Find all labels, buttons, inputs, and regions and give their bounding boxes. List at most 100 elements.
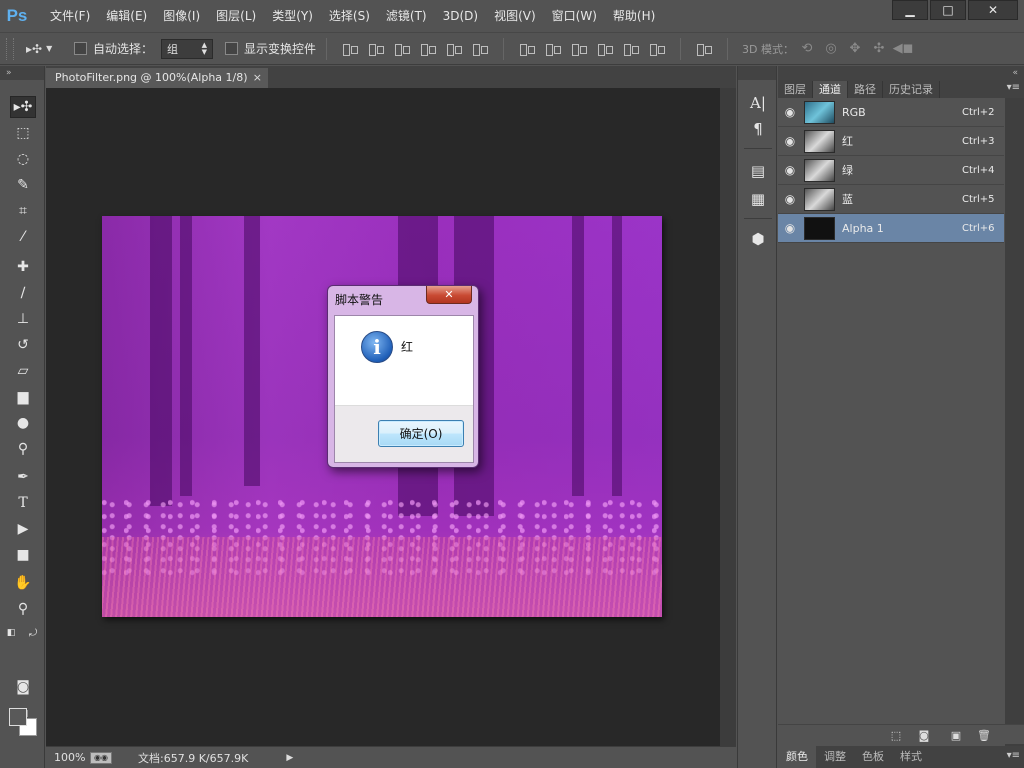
menu-file[interactable]: 文件(F)	[34, 0, 98, 32]
character-panel-icon[interactable]: A|	[747, 92, 769, 114]
document-tab[interactable]: PhotoFilter.png @ 100%(Alpha 1/8) ×	[46, 68, 268, 88]
menu-image[interactable]: 图像(I)	[155, 0, 208, 32]
menu-3d[interactable]: 3D(D)	[435, 0, 486, 32]
quick-selection-tool-icon[interactable]: ✎	[10, 174, 36, 196]
rotate-3d-icon[interactable]: ⟲	[796, 41, 818, 57]
align-right-icon[interactable]	[470, 41, 490, 57]
distribute-bottom-icon[interactable]	[569, 41, 589, 57]
maximize-button[interactable]: □	[930, 0, 966, 20]
show-transform-checkbox[interactable]	[225, 42, 239, 55]
gradient-tool-icon[interactable]: ▆	[10, 386, 36, 408]
distribute-hcenter-icon[interactable]	[621, 41, 641, 57]
dodge-tool-icon[interactable]: ⚲	[10, 438, 36, 460]
minimize-button[interactable]: ▁	[892, 0, 928, 20]
tab-history[interactable]: 历史记录	[883, 81, 940, 98]
history-brush-tool-icon[interactable]: ↺	[10, 334, 36, 356]
channel-row-blue[interactable]: ◉ 蓝 Ctrl+5	[778, 185, 1004, 214]
menu-window[interactable]: 窗口(W)	[544, 0, 605, 32]
tab-styles[interactable]: 样式	[892, 746, 930, 768]
new-channel-icon[interactable]: ▣	[948, 728, 964, 742]
clone-stamp-tool-icon[interactable]: ⊥	[10, 308, 36, 330]
slide-3d-icon[interactable]: ✣	[868, 41, 890, 57]
channel-row-red[interactable]: ◉ 红 Ctrl+3	[778, 127, 1004, 156]
channel-row-alpha-1[interactable]: ◉ Alpha 1 Ctrl+6	[778, 214, 1004, 243]
path-selection-tool-icon[interactable]: ▶	[10, 518, 36, 540]
drag-3d-icon[interactable]: ✥	[844, 41, 866, 57]
ok-button[interactable]: 确定(O)	[378, 420, 464, 447]
zoom-level[interactable]: 100%	[46, 751, 90, 764]
swap-colors-icon[interactable]: ⤾	[26, 622, 40, 644]
channel-row-rgb[interactable]: ◉ RGB Ctrl+2	[778, 98, 1004, 127]
eraser-tool-icon[interactable]: ▱	[10, 360, 36, 382]
eyedropper-tool-icon[interactable]: ⁄	[10, 226, 36, 248]
distribute-top-icon[interactable]	[517, 41, 537, 57]
roll-3d-icon[interactable]: ◎	[820, 41, 842, 57]
dialog-close-button[interactable]: ✕	[426, 286, 472, 304]
tools-collapse-icon[interactable]: »	[0, 66, 44, 80]
tab-color[interactable]: 颜色	[778, 746, 816, 768]
status-menu-arrow-icon[interactable]: ▶	[286, 753, 293, 763]
align-left-icon[interactable]	[418, 41, 438, 57]
status-info-icon[interactable]: ◉◉	[90, 751, 112, 764]
visibility-eye-icon[interactable]: ◉	[778, 221, 802, 235]
lasso-tool-icon[interactable]: ◌	[10, 148, 36, 170]
menu-filter[interactable]: 滤镜(T)	[378, 0, 435, 32]
save-selection-icon[interactable]: ◙	[916, 728, 932, 742]
auto-select-checkbox[interactable]	[74, 42, 87, 55]
delete-channel-icon[interactable]: 🗑	[976, 728, 992, 742]
auto-align-icon[interactable]	[694, 41, 714, 57]
hand-tool-icon[interactable]: ✋	[10, 572, 36, 594]
menu-help[interactable]: 帮助(H)	[605, 0, 663, 32]
menu-select[interactable]: 选择(S)	[321, 0, 378, 32]
menu-edit[interactable]: 编辑(E)	[98, 0, 155, 32]
close-window-button[interactable]: ✕	[968, 0, 1018, 20]
notes-panel-icon[interactable]: ▤	[747, 160, 769, 182]
properties-panel-icon[interactable]: ▦	[747, 188, 769, 210]
channel-row-green[interactable]: ◉ 绿 Ctrl+4	[778, 156, 1004, 185]
bottom-panel-menu-icon[interactable]: ▾≡	[1007, 750, 1020, 761]
tool-preset-picker[interactable]: ▸✣ ▼	[26, 42, 62, 56]
close-document-icon[interactable]: ×	[253, 68, 262, 88]
brush-tool-icon[interactable]: ∕	[10, 282, 36, 304]
options-grip[interactable]	[6, 37, 14, 60]
align-vcenter-icon[interactable]	[366, 41, 386, 57]
foreground-color-swatch[interactable]	[9, 708, 27, 726]
marquee-tool-icon[interactable]: ⬚	[10, 122, 36, 144]
auto-select-dropdown[interactable]: 组 ▲ ▼	[161, 38, 214, 59]
panel-menu-icon[interactable]: ▾≡	[1007, 82, 1020, 93]
load-selection-icon[interactable]: ⬚	[888, 728, 904, 742]
menu-layer[interactable]: 图层(L)	[208, 0, 264, 32]
panel-collapse-icon[interactable]: «	[778, 66, 1024, 80]
pen-tool-icon[interactable]: ✒	[10, 466, 36, 488]
paragraph-panel-icon[interactable]: ¶	[747, 118, 769, 140]
tab-layers[interactable]: 图层	[778, 81, 813, 98]
visibility-eye-icon[interactable]: ◉	[778, 192, 802, 206]
menu-view[interactable]: 视图(V)	[486, 0, 544, 32]
tab-paths[interactable]: 路径	[848, 81, 883, 98]
blur-tool-icon[interactable]: ●	[10, 412, 36, 434]
tab-swatches[interactable]: 色板	[854, 746, 892, 768]
default-colors-icon[interactable]: ◧	[4, 622, 18, 644]
menu-type[interactable]: 类型(Y)	[264, 0, 321, 32]
move-tool-icon[interactable]: ▸✣	[10, 96, 36, 118]
align-bottom-icon[interactable]	[392, 41, 412, 57]
distribute-right-icon[interactable]	[647, 41, 667, 57]
distribute-vcenter-icon[interactable]	[543, 41, 563, 57]
panel-scrollbar[interactable]	[1005, 98, 1024, 746]
type-tool-icon[interactable]: T	[10, 492, 36, 514]
tab-adjustments[interactable]: 调整	[816, 746, 854, 768]
canvas-vertical-scrollbar[interactable]	[720, 88, 736, 746]
distribute-left-icon[interactable]	[595, 41, 615, 57]
zoom-tool-icon[interactable]: ⚲	[10, 598, 36, 620]
3d-panel-icon[interactable]: ⬢	[747, 228, 769, 250]
healing-brush-tool-icon[interactable]: ✚	[10, 256, 36, 278]
rectangle-tool-icon[interactable]: ■	[10, 544, 36, 566]
visibility-eye-icon[interactable]: ◉	[778, 105, 802, 119]
quick-mask-icon[interactable]: ◙	[10, 676, 36, 698]
align-hcenter-icon[interactable]	[444, 41, 464, 57]
tab-channels[interactable]: 通道	[813, 81, 848, 98]
align-top-icon[interactable]	[340, 41, 360, 57]
visibility-eye-icon[interactable]: ◉	[778, 163, 802, 177]
dock-collapse-icon[interactable]	[738, 66, 776, 80]
scale-3d-icon[interactable]: ◀◼	[892, 41, 914, 57]
